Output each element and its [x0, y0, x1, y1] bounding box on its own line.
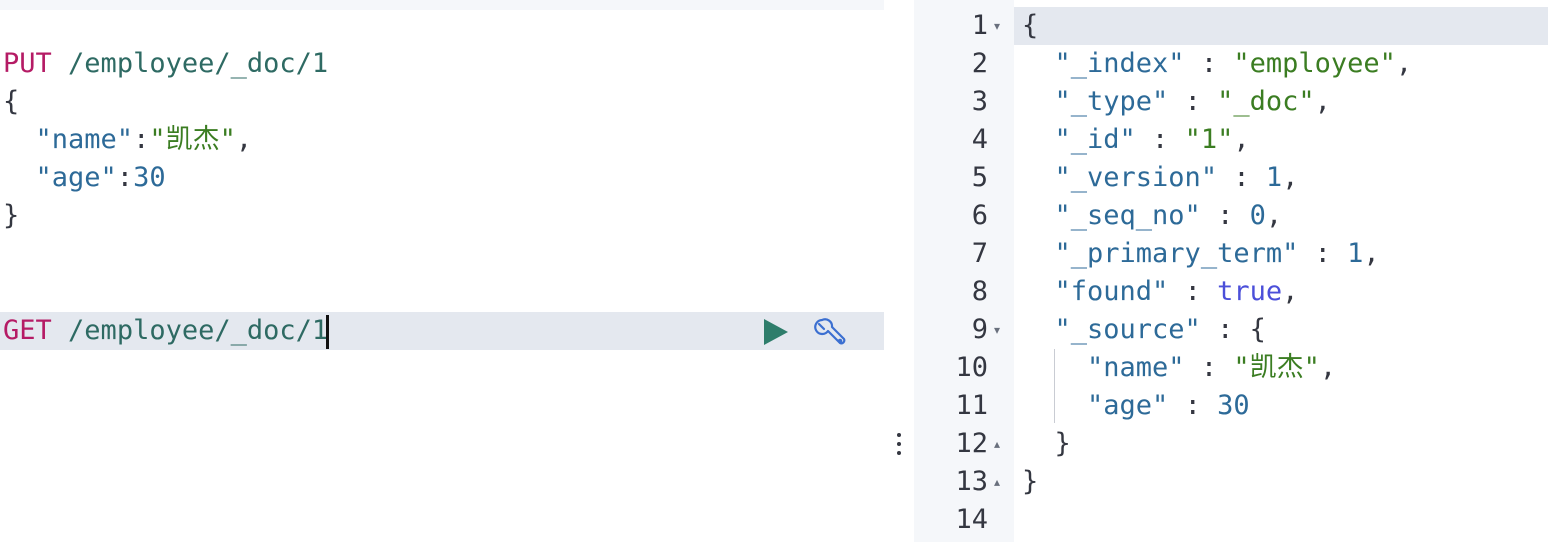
line-number: 6 — [971, 200, 988, 231]
request-editor[interactable]: PUT /employee/_doc/1 { "name":"凯杰", "age… — [0, 0, 884, 542]
json-key: "name" — [1087, 352, 1185, 383]
pane-resize-handle[interactable] — [884, 0, 914, 542]
response-line: "found" : true, — [1054, 276, 1299, 307]
response-close-brace: } — [1022, 466, 1039, 497]
line-number: 10 — [955, 352, 988, 383]
response-line: "_source" : { — [1054, 314, 1266, 345]
json-value: "employee" — [1233, 48, 1396, 79]
json-key: "_version" — [1054, 162, 1218, 193]
json-value: true — [1217, 276, 1283, 307]
source-close-brace: } — [1054, 428, 1071, 459]
json-value: 0 — [1249, 200, 1266, 231]
put-close-brace: } — [3, 200, 20, 231]
editor-line-get[interactable]: GET /employee/_doc/1 — [0, 312, 884, 350]
json-value: 1 — [1265, 162, 1283, 193]
json-key: "_type" — [1054, 86, 1169, 117]
response-line: "name" : "凯杰", — [1087, 352, 1337, 383]
json-key: "_primary_term" — [1054, 238, 1299, 269]
fold-toggle-icon[interactable]: ▾ — [994, 311, 1008, 349]
line-number: 2 — [971, 48, 988, 79]
response-line: "_primary_term" : 1, — [1054, 238, 1380, 269]
put-path: /employee/_doc/1 — [68, 48, 329, 79]
run-request-button[interactable] — [762, 318, 790, 346]
line-number: 4 — [971, 124, 988, 155]
json-key: "age" — [1087, 390, 1169, 421]
response-open-brace: { — [1022, 10, 1039, 41]
editor-line-name[interactable]: "name":"凯杰", — [3, 121, 253, 159]
line-number: 7 — [971, 238, 988, 269]
line-number: 5 — [971, 162, 988, 193]
response-line: "age" : 30 — [1087, 390, 1250, 421]
source-open-brace: { — [1249, 314, 1266, 345]
response-line: "_type" : "_doc", — [1054, 86, 1331, 117]
response-line: "_index" : "employee", — [1054, 48, 1413, 79]
line-number: 12 — [955, 428, 988, 459]
json-value: "_doc" — [1217, 86, 1315, 117]
json-value: 30 — [1217, 390, 1250, 421]
json-key: "_id" — [1054, 124, 1136, 155]
editor-line-put[interactable]: PUT /employee/_doc/1 — [3, 45, 328, 83]
response-line: "_id" : "1", — [1054, 124, 1250, 155]
get-method: GET — [3, 315, 52, 346]
line-number: 8 — [971, 276, 988, 307]
editor-line-open-brace[interactable]: { — [3, 83, 19, 121]
response-line: } — [1022, 425, 1071, 463]
json-value: "1" — [1184, 124, 1234, 155]
response-line: { — [1022, 7, 1038, 45]
get-path: /employee/_doc/1 — [68, 315, 329, 346]
line-number: 9 — [971, 314, 988, 345]
fold-toggle-icon[interactable]: ▾ — [994, 7, 1008, 45]
line-number: 3 — [971, 86, 988, 117]
put-name-value: "凯杰" — [149, 124, 236, 155]
editor-line-age[interactable]: "age":30 — [3, 159, 166, 197]
put-name-key: "name" — [35, 124, 134, 155]
response-line: } — [1022, 463, 1038, 501]
json-value: 1 — [1347, 238, 1364, 269]
json-key: "_source" — [1054, 314, 1201, 345]
put-age-value: 30 — [133, 162, 166, 193]
text-cursor — [326, 314, 330, 349]
wrench-icon — [814, 318, 846, 345]
editor-line-close-brace[interactable]: } — [3, 197, 19, 235]
json-value: "凯杰" — [1233, 352, 1320, 383]
json-key: "_index" — [1054, 48, 1185, 79]
play-icon — [764, 319, 788, 345]
line-number: 1 — [971, 10, 988, 41]
response-line: "_version" : 1, — [1054, 162, 1299, 193]
json-key: "_seq_no" — [1054, 200, 1201, 231]
line-number: 13 — [955, 466, 988, 497]
request-settings-button[interactable] — [810, 316, 846, 352]
response-viewer[interactable]: 1 ▾ 2 3 4 5 6 7 8 9 ▾ 10 11 12 ▴ 13 ▴ 14 { "_index" : "em… — [914, 0, 1548, 542]
put-method: PUT — [3, 48, 52, 79]
line-number: 11 — [955, 390, 988, 421]
put-age-key: "age" — [35, 162, 117, 193]
json-key: "found" — [1054, 276, 1169, 307]
fold-toggle-icon[interactable]: ▴ — [994, 425, 1008, 463]
response-line: "_seq_no" : 0, — [1054, 200, 1283, 231]
drag-handle-icon — [896, 433, 902, 460]
fold-toggle-icon[interactable]: ▴ — [994, 463, 1008, 501]
put-open-brace: { — [3, 86, 20, 117]
editor-top-strip — [0, 0, 884, 10]
line-number: 14 — [955, 504, 988, 535]
